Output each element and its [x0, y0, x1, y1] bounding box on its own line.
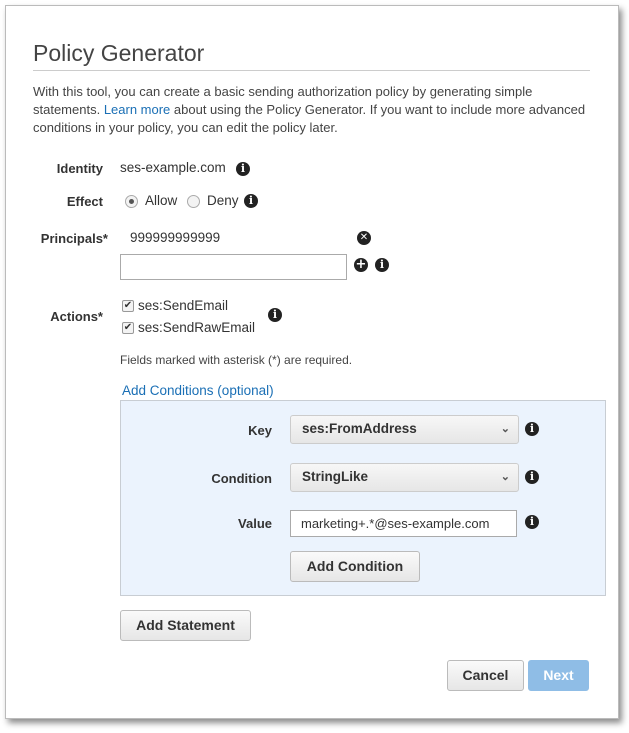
principals-label: Principals* [40, 231, 108, 246]
info-icon[interactable]: i [244, 194, 258, 208]
deny-label[interactable]: Deny [207, 193, 239, 208]
chevron-down-icon: ⌄ [500, 423, 510, 435]
principal-input[interactable] [120, 254, 347, 280]
page-title: Policy Generator [33, 40, 205, 66]
deny-radio[interactable] [187, 195, 200, 208]
allow-radio[interactable] [125, 195, 138, 208]
key-value: ses:FromAddress [302, 421, 417, 436]
learn-more-link[interactable]: Learn more [104, 102, 170, 117]
identity-label: Identity [56, 161, 103, 176]
chevron-down-icon: ⌄ [500, 471, 510, 483]
info-icon[interactable]: i [525, 515, 539, 529]
info-icon[interactable]: i [525, 422, 539, 436]
value-label: Value [238, 516, 272, 531]
condition-select[interactable]: StringLike ⌄ [290, 463, 519, 492]
cancel-button[interactable]: Cancel [447, 660, 524, 691]
next-button[interactable]: Next [528, 660, 589, 691]
condition-value-input[interactable] [290, 510, 517, 537]
info-icon[interactable]: i [268, 308, 282, 322]
condition-value: StringLike [302, 469, 369, 484]
add-conditions-link[interactable]: Add Conditions (optional) [122, 383, 274, 398]
send-raw-email-checkbox[interactable]: ✔ [122, 322, 134, 334]
info-icon[interactable]: i [375, 258, 389, 272]
send-email-label: ses:SendEmail [138, 298, 229, 313]
info-icon[interactable]: i [236, 162, 250, 176]
required-note: Fields marked with asterisk (*) are requ… [120, 353, 353, 367]
send-email-checkbox[interactable]: ✔ [122, 300, 134, 312]
condition-label: Condition [211, 471, 272, 486]
identity-value: ses-example.com [120, 160, 226, 175]
actions-label: Actions* [50, 309, 103, 324]
principal-value: 999999999999 [130, 230, 221, 245]
info-icon[interactable]: i [525, 470, 539, 484]
key-label: Key [248, 423, 272, 438]
key-select[interactable]: ses:FromAddress ⌄ [290, 415, 519, 444]
add-condition-button[interactable]: Add Condition [290, 551, 420, 582]
add-statement-button[interactable]: Add Statement [120, 610, 251, 641]
effect-label: Effect [66, 194, 103, 209]
divider [33, 70, 590, 71]
allow-label[interactable]: Allow [145, 193, 177, 208]
add-icon[interactable]: + [354, 258, 368, 272]
remove-icon[interactable]: ✕ [357, 231, 371, 245]
intro-text: With this tool, you can create a basic s… [33, 83, 593, 137]
send-raw-email-label: ses:SendRawEmail [138, 320, 256, 335]
